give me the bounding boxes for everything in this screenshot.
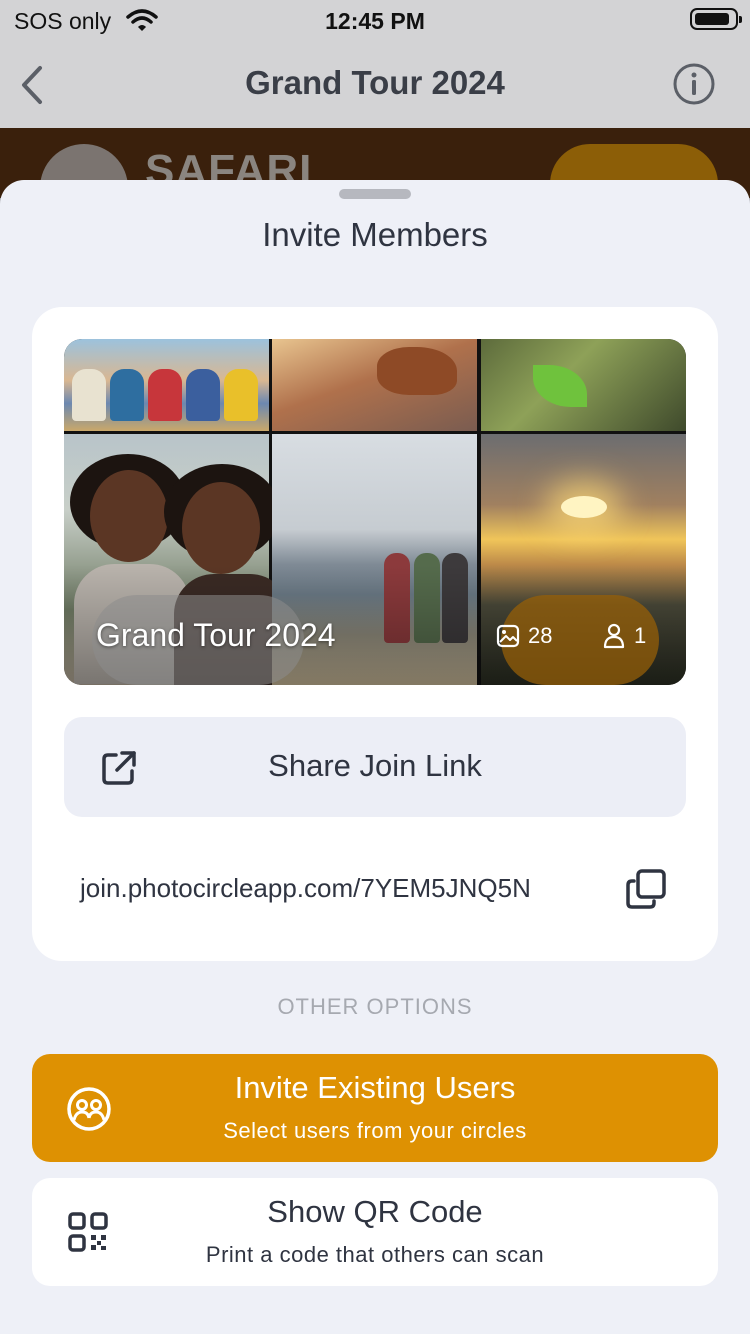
sheet-grabber[interactable] [339,189,411,199]
invite-existing-users-subtitle: Select users from your circles [223,1118,527,1143]
image-icon [496,624,520,648]
circle-name: Grand Tour 2024 [96,617,336,653]
member-count: 1 [602,623,646,649]
member-count-value: 1 [634,623,647,648]
invite-existing-users-title: Invite Existing Users [234,1070,516,1105]
sheet-title: Invite Members [262,216,488,253]
info-icon[interactable] [672,62,716,106]
navigation-bar: Grand Tour 2024 [0,42,750,128]
photo-count-value: 28 [528,623,553,648]
share-join-link-button[interactable]: Share Join Link [64,717,686,817]
invite-existing-users-button[interactable]: Invite Existing Users Select users from … [32,1054,718,1162]
person-icon [603,623,625,649]
photo-count: 28 [496,623,552,649]
photo-tile [481,339,686,431]
photo-tile [64,339,269,431]
copy-icon[interactable] [624,867,668,911]
nav-title: Grand Tour 2024 [245,64,505,101]
share-join-link-label: Share Join Link [268,748,482,783]
show-qr-code-title: Show QR Code [267,1194,483,1229]
join-link-url[interactable]: join.photocircleapp.com/7YEM5JNQ5N [80,873,531,904]
show-qr-code-subtitle: Print a code that others can scan [205,1242,545,1267]
show-qr-code-button[interactable]: Show QR Code Print a code that others ca… [32,1178,718,1286]
invite-members-sheet: Invite Members Grand Tour 2024 28 1 Shar… [0,180,750,1334]
photo-mosaic: Grand Tour 2024 28 1 [64,339,686,685]
battery-icon [690,8,742,30]
circle-card: Grand Tour 2024 28 1 Share Join Link joi… [32,307,718,961]
photo-tile [272,339,477,431]
clock: 12:45 PM [325,8,425,34]
other-options-header: OTHER OPTIONS [277,994,473,1019]
status-bar: SOS only 12:45 PM [0,0,750,42]
